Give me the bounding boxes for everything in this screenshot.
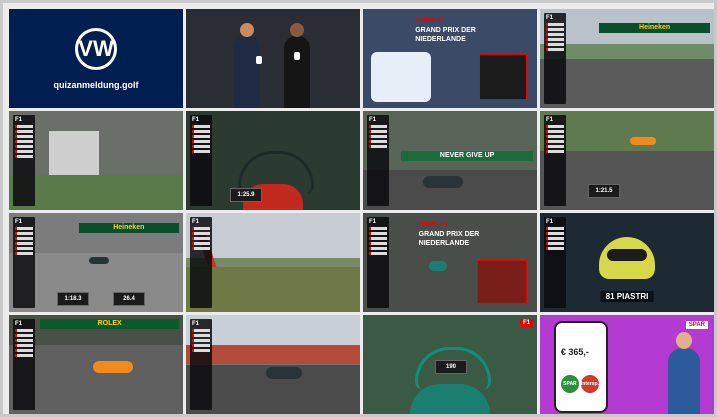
timing-tower: F1 bbox=[190, 217, 212, 308]
mic-icon bbox=[256, 56, 262, 64]
tile-never-give-up[interactable]: NEVER GIVE UP F1 bbox=[363, 111, 537, 210]
timing-tower: F1 bbox=[367, 115, 389, 206]
phone-mockup: € 365,- SPAR Intersp. bbox=[553, 321, 608, 413]
car-mercedes bbox=[266, 367, 302, 379]
sky bbox=[186, 315, 360, 345]
car-aston bbox=[429, 261, 447, 271]
tile-crane-field[interactable]: F1 bbox=[186, 213, 360, 312]
timing-tower: F1 bbox=[544, 217, 566, 308]
timing-tower: F1 bbox=[13, 319, 35, 410]
tile-spar-ad[interactable]: SPAR € 365,- SPAR Intersp. bbox=[540, 315, 714, 414]
tile-heineken-wet[interactable]: Heineken 1:18.3 26.4 F1 bbox=[9, 213, 183, 312]
timing-tower: F1 bbox=[367, 217, 389, 308]
f1-logo-icon: F1 bbox=[546, 219, 554, 225]
tile-gp-title[interactable]: FORMULA 1 GRAND PRIX DER NIEDERLANDE bbox=[363, 9, 537, 108]
car-mclaren bbox=[630, 137, 656, 145]
f1-logo-icon: F1 bbox=[192, 219, 200, 225]
f1-logo-icon: F1 bbox=[15, 321, 23, 327]
timing-tower: F1 bbox=[13, 115, 35, 206]
f1-logo-icon: F1 bbox=[192, 321, 200, 327]
car-mclaren bbox=[93, 361, 133, 373]
track bbox=[540, 58, 714, 108]
vw-ad: VW quizanmeldung.golf bbox=[9, 9, 183, 108]
never-give-up-board: NEVER GIVE UP bbox=[401, 150, 533, 161]
mic-icon bbox=[294, 52, 300, 60]
multiview-frame: VW quizanmeldung.golf FORMULA 1 GRAND PR… bbox=[0, 0, 717, 417]
grandstand bbox=[186, 344, 360, 365]
multiview-grid: VW quizanmeldung.golf FORMULA 1 GRAND PR… bbox=[9, 9, 714, 414]
phone-badge-intersport: Intersp. bbox=[580, 375, 599, 393]
grass bbox=[9, 175, 183, 210]
sky bbox=[186, 213, 360, 258]
formula-label: FORMULA 1 bbox=[415, 18, 445, 24]
heineken-board: Heineken bbox=[78, 223, 179, 233]
vw-ad-url: quizanmeldung.golf bbox=[53, 79, 139, 90]
tile-curve-mclaren[interactable]: 1:21.5 F1 bbox=[540, 111, 714, 210]
tile-onboard-mercedes[interactable]: 190 F1 bbox=[363, 315, 537, 414]
f1-logo-icon: F1 bbox=[369, 219, 377, 225]
track bbox=[9, 344, 183, 414]
f1-logo-icon: F1 bbox=[192, 117, 200, 123]
tile-rolex-mclaren[interactable]: ROLEX F1 bbox=[9, 315, 183, 414]
timing-tower: F1 bbox=[190, 115, 212, 206]
formula-label: FORMULA 1 bbox=[418, 222, 448, 228]
tile-vw-ad[interactable]: VW quizanmeldung.golf bbox=[9, 9, 183, 108]
ferrari-inset bbox=[477, 260, 527, 304]
f1-logo-icon: F1 bbox=[15, 219, 23, 225]
paddock-buildings bbox=[49, 131, 99, 181]
timing-tower: F1 bbox=[544, 13, 566, 104]
tile-piastri-onboard[interactable]: 81 PIASTRI F1 bbox=[540, 213, 714, 312]
phone-badge-spar: SPAR bbox=[560, 375, 579, 393]
f1-logo-icon: F1 bbox=[15, 117, 23, 123]
driver-name: 81 PIASTRI bbox=[600, 291, 654, 302]
f1-logo-icon: F1 bbox=[546, 15, 554, 21]
heineken-board: Heineken bbox=[599, 23, 710, 33]
gp-caption: FORMULA 1 GRAND PRIX DER NIEDERLANDE bbox=[415, 17, 526, 44]
timing-tower: F1 bbox=[13, 217, 35, 308]
lap-time: 1:21.5 bbox=[588, 184, 620, 198]
tile-grandstand-mercedes[interactable]: F1 bbox=[186, 315, 360, 414]
timing-tower: F1 bbox=[544, 115, 566, 206]
f1-logo-icon: F1 bbox=[369, 117, 377, 123]
speed-readout: 190 bbox=[435, 360, 467, 374]
lap-time: 1:25.9 bbox=[230, 188, 262, 202]
grass bbox=[186, 267, 360, 312]
timing-tower: F1 bbox=[190, 319, 212, 410]
gap-time: 26.4 bbox=[113, 292, 145, 306]
live-badge: F1 bbox=[519, 319, 533, 327]
f1-logo-icon: F1 bbox=[546, 117, 554, 123]
car bbox=[89, 257, 109, 264]
tile-studio-presenters[interactable] bbox=[186, 9, 360, 108]
gp-title: GRAND PRIX DER NIEDERLANDE bbox=[418, 231, 480, 247]
tile-onboard-leclerc[interactable]: 1:25.9 F1 bbox=[186, 111, 360, 210]
tile-heineken-straight[interactable]: Heineken F1 bbox=[540, 9, 714, 108]
studio-background bbox=[186, 9, 360, 108]
car-mercedes bbox=[423, 176, 463, 188]
helmet bbox=[599, 237, 655, 279]
tile-gp-wet-race[interactable]: FORMULA 1 GRAND PRIX DER NIEDERLANDE F1 bbox=[363, 213, 537, 312]
ad-woman bbox=[668, 332, 700, 414]
phone-amount: € 365,- bbox=[560, 347, 589, 357]
crew-scene bbox=[371, 52, 431, 102]
vw-logo-icon: VW bbox=[75, 27, 117, 70]
presenter-male bbox=[234, 23, 260, 108]
gp-caption: FORMULA 1 GRAND PRIX DER NIEDERLANDE bbox=[419, 221, 527, 248]
tile-aerial-paddock[interactable]: F1 bbox=[9, 111, 183, 210]
presenter-female bbox=[284, 23, 310, 108]
spar-logo: SPAR bbox=[685, 321, 708, 329]
driver-inset bbox=[479, 54, 527, 100]
gp-title: GRAND PRIX DER NIEDERLANDE bbox=[415, 27, 476, 43]
rolex-board: ROLEX bbox=[40, 319, 179, 329]
track bbox=[540, 150, 714, 210]
lap-time: 1:18.3 bbox=[57, 292, 89, 306]
